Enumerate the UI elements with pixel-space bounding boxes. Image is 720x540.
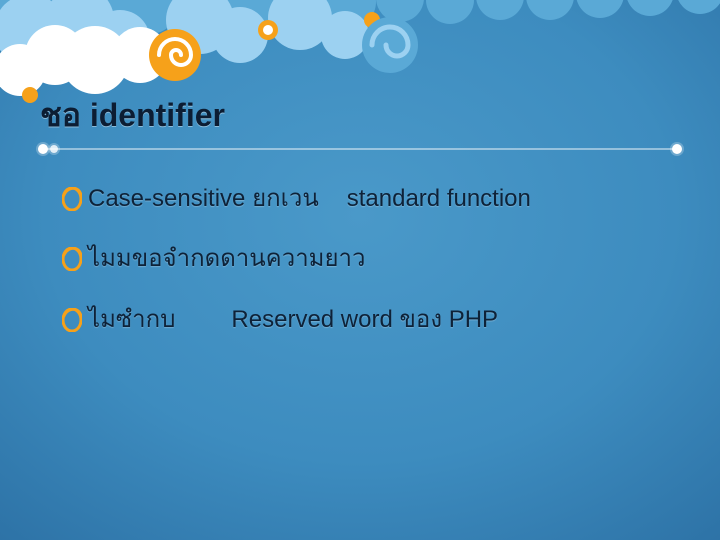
- bullet-text: ไมมขอจำกดดานความยาว: [88, 243, 680, 275]
- bullet-pre: ไมมขอจำกดดานความยาว: [88, 245, 366, 272]
- list-item: Case-sensitive ยกเวน standard function: [62, 183, 680, 215]
- bullet-icon: [62, 308, 82, 332]
- bullet-post: standard function: [347, 185, 531, 212]
- bullet-pre: ไมซำกบ: [88, 306, 175, 333]
- bullet-list: Case-sensitive ยกเวน standard function ไม…: [62, 165, 680, 364]
- bullet-post: Reserved word ของ PHP: [231, 306, 498, 333]
- bullet-icon: [62, 187, 82, 211]
- bullet-text: Case-sensitive ยกเวน standard function: [88, 183, 680, 215]
- bullet-pre: Case-sensitive ยกเวน: [88, 185, 319, 212]
- bullet-icon: [62, 247, 82, 271]
- list-item: ไมซำกบ Reserved word ของ PHP: [62, 304, 680, 336]
- list-item: ไมมขอจำกดดานความยาว: [62, 243, 680, 275]
- bullet-text: ไมซำกบ Reserved word ของ PHP: [88, 304, 680, 336]
- slide-title: ชอ identifier: [40, 90, 225, 141]
- title-divider: [38, 142, 682, 156]
- slide: ชอ identifier Case-sensitive ยกเวน standa…: [0, 0, 720, 540]
